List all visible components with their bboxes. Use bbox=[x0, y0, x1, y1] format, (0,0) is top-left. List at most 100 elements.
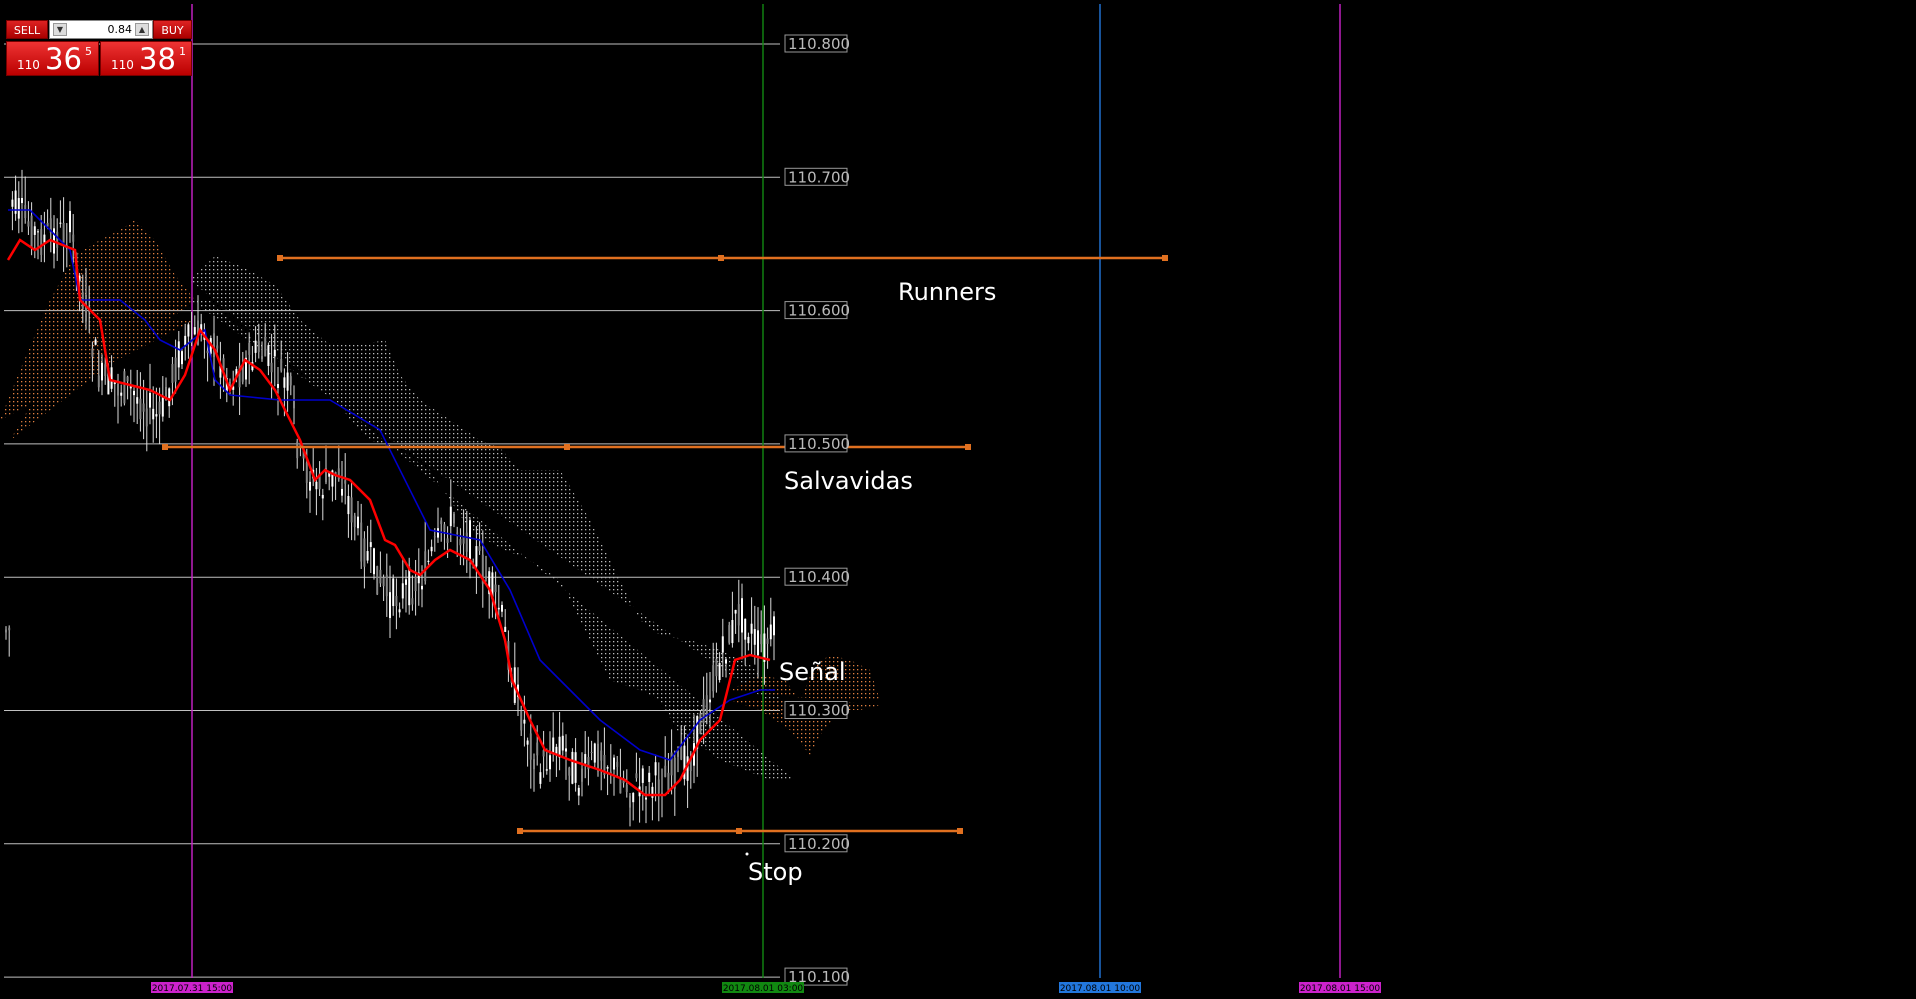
candle-body bbox=[635, 773, 638, 779]
candle-body bbox=[584, 754, 587, 764]
candle-body bbox=[363, 538, 366, 567]
candle-body bbox=[734, 609, 737, 614]
salvavidas-label: Salvavidas bbox=[784, 467, 913, 495]
cloud-bull-left bbox=[0, 220, 195, 448]
sell-price-big: 36 bbox=[45, 42, 82, 76]
candle-body bbox=[40, 229, 43, 255]
candle-body bbox=[641, 768, 644, 783]
price-chart[interactable]: 110.800 110.700 110.600 110.500 110.400 110.3… bbox=[0, 0, 1916, 999]
candle-body bbox=[753, 629, 756, 645]
candle-body bbox=[193, 327, 196, 335]
candle-body bbox=[549, 755, 551, 770]
candle-body bbox=[286, 372, 289, 391]
price-label: 110.800 bbox=[788, 35, 850, 53]
candle-body bbox=[206, 350, 209, 354]
price-label: 110.600 bbox=[788, 302, 850, 320]
candle-body bbox=[747, 636, 750, 644]
candle-body bbox=[126, 376, 129, 382]
candle-body bbox=[145, 408, 148, 427]
candle-body bbox=[443, 524, 446, 532]
stop-dot bbox=[745, 852, 749, 856]
annotations: Runners Salvavidas Señal Stop bbox=[745, 278, 996, 886]
candle-body bbox=[216, 345, 219, 349]
candle-body bbox=[283, 377, 286, 388]
candle-body bbox=[97, 375, 100, 388]
candle-body bbox=[184, 335, 187, 346]
candle-body bbox=[475, 546, 478, 567]
candle-body bbox=[497, 607, 500, 610]
lot-size-input[interactable]: ▼ 0.84 ▲ bbox=[49, 20, 153, 39]
candle-body bbox=[625, 784, 628, 792]
candle-body bbox=[24, 205, 27, 219]
candle-body bbox=[177, 341, 180, 368]
candle-body bbox=[136, 397, 139, 404]
candle-body bbox=[529, 733, 532, 760]
time-label: 2017.08.01 10:00 bbox=[1060, 984, 1141, 994]
buy-button[interactable]: BUY bbox=[153, 20, 192, 39]
candle-body bbox=[344, 480, 347, 484]
candle-body bbox=[158, 401, 161, 415]
candle-body bbox=[597, 743, 599, 772]
candle-body bbox=[469, 520, 471, 560]
candle-body bbox=[133, 390, 135, 396]
candle-body bbox=[721, 636, 724, 653]
candle-body bbox=[536, 742, 539, 756]
candle-body bbox=[526, 740, 529, 745]
one-click-trading-panel: SELL ▼ 0.84 ▲ BUY 110 36 5 110 38 1 bbox=[6, 20, 192, 76]
candle-body bbox=[539, 772, 542, 784]
price-label: 110.500 bbox=[788, 435, 850, 453]
candle-body bbox=[520, 710, 523, 731]
candle-body bbox=[478, 546, 481, 551]
sell-price-box[interactable]: 110 36 5 bbox=[6, 41, 99, 76]
candle-body bbox=[731, 620, 734, 644]
buy-price-prefix: 110 bbox=[111, 58, 134, 72]
candle-body bbox=[565, 748, 567, 752]
candle-body bbox=[577, 787, 580, 796]
candle-body bbox=[289, 376, 292, 386]
candle-body bbox=[353, 515, 356, 528]
candle-body bbox=[552, 737, 555, 753]
candle-body bbox=[504, 626, 507, 632]
stop-level-handle bbox=[957, 828, 963, 834]
candle-body bbox=[117, 384, 119, 396]
candle-body bbox=[142, 403, 145, 412]
candle-body bbox=[433, 536, 436, 538]
candle-body bbox=[561, 735, 564, 751]
price-axis-labels: 110.800 110.700 110.600 110.500 110.400 110.3… bbox=[784, 34, 850, 986]
candle-body bbox=[382, 577, 385, 587]
candle-body bbox=[248, 342, 251, 355]
buy-price-box[interactable]: 110 38 1 bbox=[100, 41, 192, 76]
candle-body bbox=[123, 371, 126, 404]
candle-body bbox=[168, 388, 171, 407]
candle-body bbox=[600, 750, 603, 761]
salvavidas-level-handle bbox=[162, 444, 168, 450]
candle-body bbox=[360, 522, 363, 562]
candle-body bbox=[737, 604, 740, 626]
candle-body bbox=[629, 795, 631, 808]
candle-body bbox=[654, 762, 657, 776]
candle-body bbox=[174, 357, 177, 382]
sell-button[interactable]: SELL bbox=[6, 20, 48, 39]
candle-body bbox=[17, 198, 20, 219]
price-grid bbox=[4, 43, 780, 978]
candle-body bbox=[293, 400, 295, 409]
candle-body bbox=[341, 488, 343, 496]
price-label: 110.200 bbox=[788, 835, 850, 853]
candle-body bbox=[94, 339, 97, 345]
candle-body bbox=[5, 629, 7, 633]
chevron-up-icon[interactable]: ▲ bbox=[135, 23, 149, 36]
lot-size-value: 0.84 bbox=[107, 23, 133, 36]
candle-body bbox=[574, 752, 577, 783]
buy-price-big: 38 bbox=[139, 42, 176, 76]
chevron-down-icon[interactable]: ▼ bbox=[53, 23, 67, 36]
candle-body bbox=[33, 226, 36, 235]
candle-body bbox=[590, 751, 593, 753]
runners-label: Runners bbox=[898, 278, 996, 306]
candle-body bbox=[395, 595, 398, 607]
candle-body bbox=[405, 579, 407, 585]
candle-body bbox=[309, 481, 311, 491]
candle-body bbox=[446, 538, 449, 543]
candle-body bbox=[27, 221, 30, 227]
candle-body bbox=[523, 719, 526, 724]
candle-body bbox=[449, 506, 452, 527]
